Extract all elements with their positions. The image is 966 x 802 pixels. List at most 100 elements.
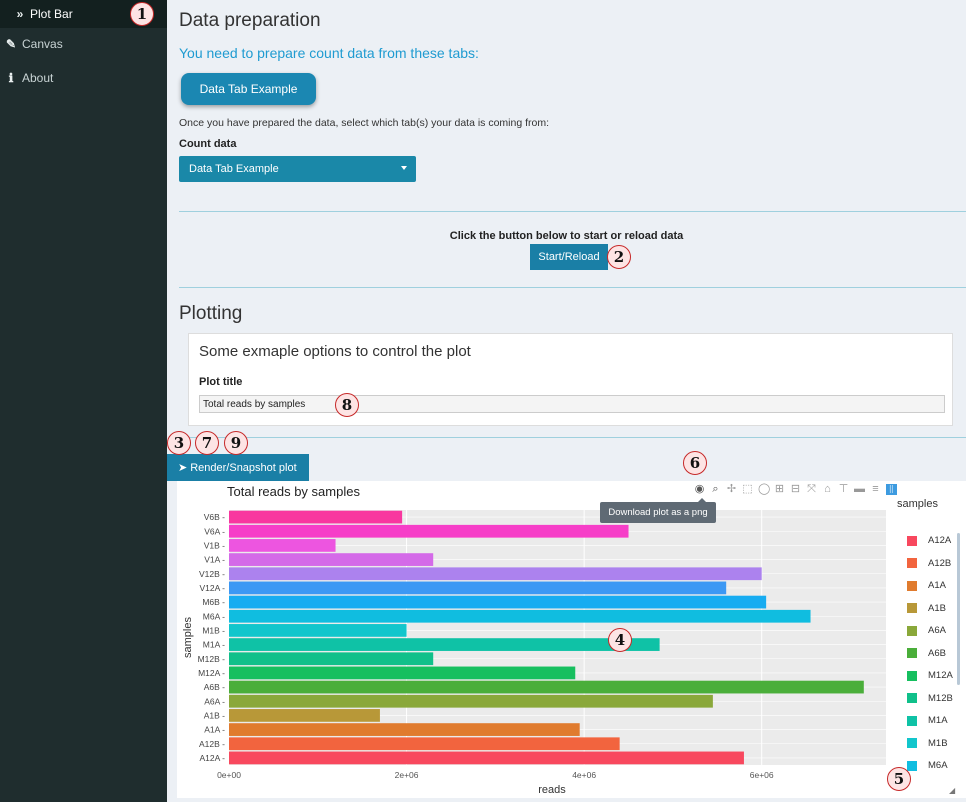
render-snapshot-button[interactable]: ➤ Render/Snapshot plot xyxy=(167,454,309,481)
legend-item[interactable]: A1B xyxy=(907,603,946,614)
bar-M1B xyxy=(229,624,407,637)
y-tick-label: V1B - xyxy=(204,540,225,550)
legend-swatch xyxy=(907,715,917,726)
y-tick-label: V6A - xyxy=(204,526,225,536)
autoscale-icon[interactable]: ⤧ xyxy=(806,484,817,495)
y-tick-label: M6A - xyxy=(203,611,225,621)
legend-swatch xyxy=(907,693,917,703)
legend-item[interactable]: A12A xyxy=(907,535,951,546)
y-tick-label: A6B - xyxy=(204,682,225,692)
bar-M6B xyxy=(229,595,767,609)
bar-A1B xyxy=(229,709,380,722)
divider xyxy=(179,437,966,438)
paper-plane-icon: ➤ xyxy=(178,462,188,474)
legend-item[interactable]: M6A xyxy=(907,760,948,771)
legend-swatch xyxy=(907,760,917,771)
legend-item[interactable]: A12B xyxy=(907,558,951,569)
y-axis-label: samples xyxy=(182,617,194,658)
data-tab-example-button[interactable]: Data Tab Example xyxy=(181,73,316,105)
annotation-badge: 8 xyxy=(335,393,359,417)
plot-modebar: ◉ ⌕ ✢ ⬚ ◯ ⊞ ⊟ ⤧ ⌂ ⊤ ▬ ≡ ⣿ xyxy=(694,484,897,495)
divider xyxy=(179,211,966,212)
bar-M12B xyxy=(229,652,434,666)
render-button-label: Render/Snapshot plot xyxy=(190,461,297,474)
page-title: Data preparation xyxy=(179,10,321,31)
annotation-badge: 9 xyxy=(224,431,248,455)
box-select-icon[interactable]: ⬚ xyxy=(742,484,753,495)
annotation-badge: 7 xyxy=(195,431,219,455)
zoom-icon[interactable]: ⌕ xyxy=(710,484,721,495)
y-tick-label: A1B - xyxy=(204,710,225,720)
info-icon: ℹ xyxy=(8,71,14,85)
bar-V6B xyxy=(229,510,403,524)
hover-closest-icon[interactable]: ▬ xyxy=(854,484,865,495)
bar-chart[interactable]: A12A - A12B - A1A - A1B - A6A - A6B - M12A - M1… xyxy=(177,481,966,798)
legend-label: A6B xyxy=(928,647,946,659)
legend-label: A1A xyxy=(928,580,946,591)
chart-title: Total reads by samples xyxy=(227,484,360,499)
y-tick-label: M12A - xyxy=(198,668,225,678)
annotation-badge: 4 xyxy=(608,628,632,652)
count-data-value: Data Tab Example xyxy=(189,163,279,175)
main-content: Data preparation You need to prepare cou… xyxy=(167,0,966,802)
legend-swatch xyxy=(907,738,917,748)
sidebar-item-about[interactable]: ℹ About xyxy=(0,63,167,93)
x-tick-label: 4e+06 xyxy=(572,770,596,780)
bar-V6A xyxy=(229,524,629,538)
y-tick-label: M1A - xyxy=(203,640,225,650)
x-tick-label: 0e+00 xyxy=(217,770,241,780)
legend-swatch xyxy=(907,535,917,546)
annotation-badge: 6 xyxy=(683,451,707,475)
legend-item[interactable]: A6A xyxy=(907,625,946,636)
bar-A6A xyxy=(229,694,713,708)
x-axis-label: reads xyxy=(538,784,566,796)
legend-item[interactable]: A1A xyxy=(907,580,946,591)
y-tick-label: A6A - xyxy=(204,696,225,706)
legend-item[interactable]: M12A xyxy=(907,670,953,681)
hover-compare-icon[interactable]: ≡ xyxy=(870,484,881,495)
spike-lines-icon[interactable]: ⊤ xyxy=(838,484,849,495)
legend-label: M12B xyxy=(928,692,953,704)
resize-handle-icon[interactable]: ◢ xyxy=(949,786,955,795)
sidebar-item-label: About xyxy=(22,71,54,85)
start-hint: Click the button below to start or reloa… xyxy=(449,230,684,242)
pan-icon[interactable]: ✢ xyxy=(726,484,737,495)
double-chevron-icon: » xyxy=(16,7,24,21)
y-tick-label: V12A - xyxy=(199,583,225,593)
legend-swatch xyxy=(907,625,917,636)
bar-V1A xyxy=(229,553,434,566)
plot-panel[interactable]: A12A - A12B - A1A - A1B - A6A - A6B - M12A - M1… xyxy=(177,481,966,798)
legend-swatch xyxy=(907,670,917,681)
annotation-badge: 5 xyxy=(887,767,911,791)
legend-scrollbar[interactable] xyxy=(957,533,960,685)
prep-hint: You need to prepare count data from thes… xyxy=(179,45,479,61)
bar-M1A xyxy=(229,638,660,651)
zoom-in-icon[interactable]: ⊞ xyxy=(774,484,785,495)
plotly-logo-icon[interactable]: ⣿ xyxy=(886,484,897,495)
y-tick-label: M12B - xyxy=(198,654,226,664)
legend-item[interactable]: M12B xyxy=(907,693,953,704)
count-data-select[interactable]: Data Tab Example xyxy=(179,156,416,182)
sidebar-item-canvas[interactable]: ✎ Canvas xyxy=(0,29,167,59)
y-tick-label: V12B - xyxy=(199,569,225,579)
sidebar-item-label: Canvas xyxy=(22,37,63,51)
legend-label: M1A xyxy=(928,715,948,726)
legend-item[interactable]: A6B xyxy=(907,648,946,659)
camera-icon[interactable]: ◉ xyxy=(694,484,705,495)
bar-V12B xyxy=(229,567,762,581)
plot-title-input[interactable] xyxy=(199,395,945,413)
start-reload-button[interactable]: Start/Reload xyxy=(530,244,608,270)
zoom-out-icon[interactable]: ⊟ xyxy=(790,484,801,495)
sidebar: » Plot Bar ✎ Canvas ℹ About xyxy=(0,0,167,802)
y-tick-label: M6B - xyxy=(202,597,225,607)
legend-item[interactable]: M1A xyxy=(907,715,948,726)
legend-title: samples xyxy=(897,498,938,510)
legend-swatch xyxy=(907,558,917,568)
chart-legend: samples A12A A12B A1A A1B A6A A6B M12A M12B M1A M… xyxy=(893,497,965,782)
download-tooltip: Download plot as a png xyxy=(600,502,716,523)
legend-swatch xyxy=(907,648,917,658)
lasso-icon[interactable]: ◯ xyxy=(758,484,770,495)
bar-V1B xyxy=(229,539,336,552)
legend-item[interactable]: M1B xyxy=(907,738,948,749)
reset-axes-icon[interactable]: ⌂ xyxy=(822,484,833,495)
